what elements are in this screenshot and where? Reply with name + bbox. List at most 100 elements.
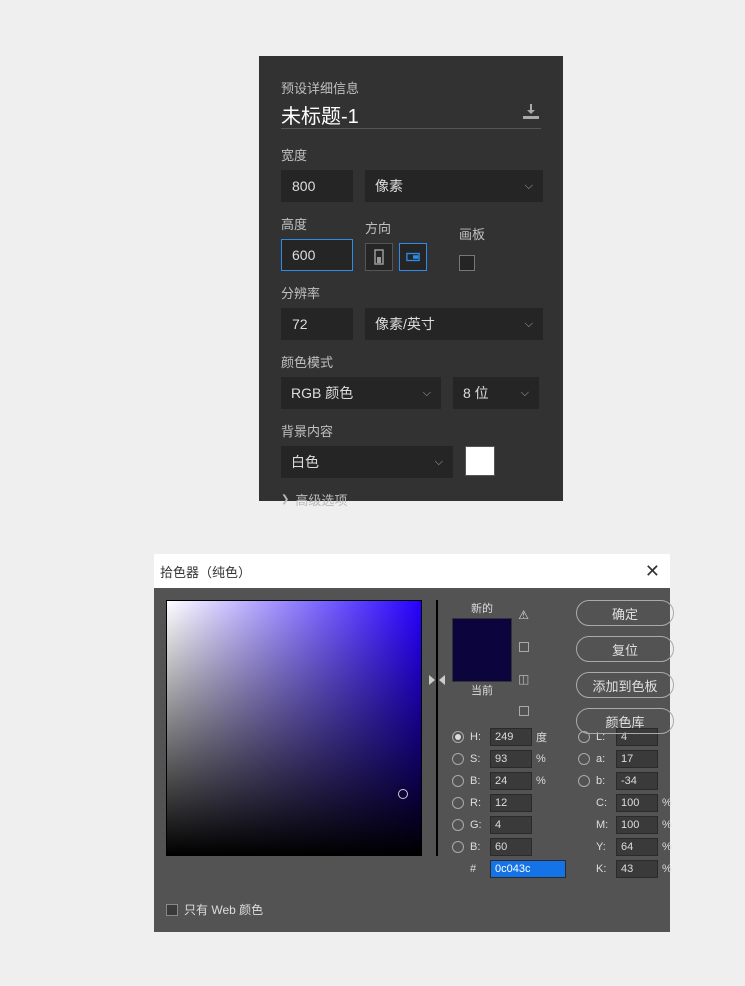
new-color-swatch[interactable] <box>453 619 511 650</box>
label-m: M: <box>596 819 612 831</box>
resolution-label: 分辨率 <box>281 283 353 302</box>
label-g: G: <box>470 819 486 831</box>
radio-g[interactable] <box>452 819 464 831</box>
color-preview <box>452 618 512 682</box>
reset-button[interactable]: 复位 <box>576 636 674 662</box>
input-g[interactable] <box>490 816 532 834</box>
color-mode-select[interactable]: RGB 颜色 ⌵ <box>281 377 441 409</box>
label-k: K: <box>596 863 612 875</box>
label-y: Y: <box>596 841 612 853</box>
unit-h: 度 <box>536 729 552 745</box>
width-unit-select[interactable]: 像素 ⌵ <box>365 170 543 202</box>
resolution-input[interactable] <box>281 308 353 340</box>
chevron-right-icon: ❯ <box>281 494 289 505</box>
chevron-down-icon: ⌵ <box>521 387 529 400</box>
background-value: 白色 <box>291 452 319 472</box>
document-title-input[interactable] <box>281 103 481 126</box>
unit-bv: % <box>536 775 552 787</box>
sv-cursor-icon <box>398 789 408 799</box>
new-document-panel: 预设详细信息 宽度 . 像素 ⌵ 高度 方向 <box>259 56 563 501</box>
hue-arrow-right-icon <box>439 675 445 685</box>
unit-c: % <box>662 797 678 809</box>
label-a: a: <box>596 753 612 765</box>
input-bb[interactable] <box>490 838 532 856</box>
bit-depth-value: 8 位 <box>463 383 489 403</box>
radio-a[interactable] <box>578 753 590 765</box>
gamut-swatch-icon[interactable] <box>519 642 529 652</box>
new-color-label: 新的 <box>471 600 493 616</box>
label-c: C: <box>596 797 612 809</box>
saturation-value-field[interactable] <box>166 600 422 856</box>
width-label: 宽度 <box>281 145 353 164</box>
hex-prefix: # <box>470 863 486 875</box>
web-colors-only-label: 只有 Web 颜色 <box>184 901 263 918</box>
unit-m: % <box>662 819 678 831</box>
radio-h[interactable] <box>452 731 464 743</box>
close-icon[interactable]: ✕ <box>645 561 660 582</box>
color-picker-dialog: 拾色器（纯色） ✕ 新的 当前 <box>154 554 670 932</box>
preset-details-label: 预设详细信息 <box>281 78 541 97</box>
orientation-label: 方向 <box>365 218 427 237</box>
ok-button[interactable]: 确定 <box>576 600 674 626</box>
background-color-swatch[interactable] <box>465 446 495 476</box>
input-bv[interactable] <box>490 772 532 790</box>
resolution-unit-select[interactable]: 像素/英寸 ⌵ <box>365 308 543 340</box>
label-s: S: <box>470 753 486 765</box>
label-bv: B: <box>470 775 486 787</box>
label-r: R: <box>470 797 486 809</box>
hue-arrow-left-icon <box>429 675 435 685</box>
color-values-grid: H: 度 L: S: % a: B: <box>452 728 678 878</box>
label-bb: B: <box>470 841 486 853</box>
input-hex[interactable] <box>490 860 566 878</box>
input-m[interactable] <box>616 816 658 834</box>
artboard-label: 画板 <box>459 224 485 243</box>
chevron-down-icon: ⌵ <box>435 456 443 469</box>
resolution-unit-value: 像素/英寸 <box>375 314 435 334</box>
unit-s: % <box>536 753 552 765</box>
web-colors-only-checkbox[interactable] <box>166 904 178 916</box>
input-k[interactable] <box>616 860 658 878</box>
current-color-swatch[interactable] <box>453 650 511 681</box>
radio-bb[interactable] <box>452 841 464 853</box>
hue-slider[interactable] <box>436 600 438 856</box>
input-a[interactable] <box>616 750 658 768</box>
gamut-warning-icon[interactable]: ⚠ <box>518 608 529 622</box>
height-label: 高度 <box>281 214 353 233</box>
orientation-portrait-button[interactable] <box>365 243 393 271</box>
radio-s[interactable] <box>452 753 464 765</box>
chevron-down-icon: ⌵ <box>423 387 431 400</box>
artboard-checkbox[interactable] <box>459 255 475 271</box>
advanced-options-toggle[interactable]: ❯ 高级选项 <box>281 490 541 509</box>
radio-r[interactable] <box>452 797 464 809</box>
current-color-label: 当前 <box>471 682 493 698</box>
save-preset-icon[interactable] <box>521 104 541 125</box>
radio-bv[interactable] <box>452 775 464 787</box>
background-label: 背景内容 <box>281 421 541 440</box>
input-r[interactable] <box>490 794 532 812</box>
input-c[interactable] <box>616 794 658 812</box>
width-input[interactable] <box>281 170 353 202</box>
width-unit-value: 像素 <box>375 176 403 196</box>
bit-depth-select[interactable]: 8 位 ⌵ <box>453 377 539 409</box>
websafe-swatch-icon[interactable] <box>519 706 529 716</box>
radio-b[interactable] <box>578 775 590 787</box>
input-h[interactable] <box>490 728 532 746</box>
cube-icon[interactable]: ◫ <box>518 672 529 686</box>
dialog-title: 拾色器（纯色） <box>160 562 251 581</box>
input-y[interactable] <box>616 838 658 856</box>
unit-k: % <box>662 863 678 875</box>
input-b[interactable] <box>616 772 658 790</box>
add-to-swatches-button[interactable]: 添加到色板 <box>576 672 674 698</box>
input-s[interactable] <box>490 750 532 768</box>
label-b: b: <box>596 775 612 787</box>
background-select[interactable]: 白色 ⌵ <box>281 446 453 478</box>
advanced-options-label: 高级选项 <box>295 490 347 509</box>
color-libraries-button[interactable]: 颜色库 <box>576 708 674 734</box>
color-mode-value: RGB 颜色 <box>291 383 353 403</box>
unit-y: % <box>662 841 678 853</box>
chevron-down-icon: ⌵ <box>525 318 533 331</box>
radio-l[interactable] <box>578 731 590 743</box>
dialog-titlebar: 拾色器（纯色） ✕ <box>154 554 670 588</box>
height-input[interactable] <box>281 239 353 271</box>
orientation-landscape-button[interactable] <box>399 243 427 271</box>
